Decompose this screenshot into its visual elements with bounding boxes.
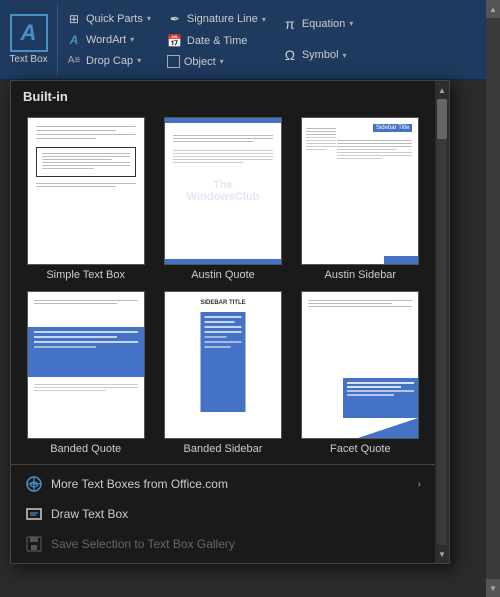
signature-line-button[interactable]: ✒ Signature Line ▾	[163, 9, 270, 29]
textbox-icon: A	[10, 14, 48, 52]
austin-sidebar-label: Austin Sidebar	[325, 269, 397, 281]
more-textboxes-button[interactable]: More Text Boxes from Office.com ›	[11, 469, 435, 499]
banded-quote-thumb	[27, 291, 145, 439]
date-time-button[interactable]: 📅 Date & Time	[163, 31, 270, 51]
gallery-item-facet-quote[interactable]: Facet Quote	[294, 288, 427, 458]
simple-text-box-thumb	[27, 117, 145, 265]
wordart-button[interactable]: A WordArt ▾	[62, 30, 155, 50]
save-selection-icon	[25, 535, 43, 553]
save-selection-label: Save Selection to Text Box Gallery	[51, 537, 235, 551]
gallery-item-austin-quote[interactable]: TheWindowsClub Austin Quote	[156, 114, 289, 284]
draw-textbox-icon	[25, 505, 43, 523]
draw-textbox-label: Draw Text Box	[51, 507, 128, 521]
object-icon	[167, 55, 180, 68]
textbox-label: Text Box	[9, 54, 47, 65]
gallery-item-banded-quote[interactable]: Banded Quote	[19, 288, 152, 458]
symbol-button[interactable]: Ω Symbol ▾	[278, 45, 357, 65]
wordart-icon: A	[66, 32, 82, 48]
quick-parts-button[interactable]: ⊞ Quick Parts ▾	[62, 9, 155, 29]
gallery-item-banded-sidebar[interactable]: SIDEBAR TITLE Banded Sidebar	[156, 288, 289, 458]
quick-parts-icon: ⊞	[66, 11, 82, 27]
wordart-dropdown-arrow: ▾	[130, 35, 134, 44]
banded-sidebar-thumb: SIDEBAR TITLE	[164, 291, 282, 439]
scrollbar-track	[437, 99, 447, 545]
more-textboxes-arrow: ›	[418, 479, 421, 490]
gallery-grid: Simple Text Box	[11, 108, 435, 464]
draw-textbox-button[interactable]: Draw Text Box	[11, 499, 435, 529]
object-button[interactable]: Object ▾	[163, 53, 270, 70]
banded-quote-label: Banded Quote	[50, 443, 121, 455]
austin-sidebar-thumb: Sidebar Title	[301, 117, 419, 265]
drop-cap-icon: A≡	[66, 53, 82, 69]
drop-cap-button[interactable]: A≡ Drop Cap ▾	[62, 51, 155, 71]
panel-footer: More Text Boxes from Office.com › Draw T…	[11, 464, 435, 563]
quick-parts-dropdown-arrow: ▾	[147, 14, 151, 23]
austin-quote-thumb: TheWindowsClub	[164, 117, 282, 265]
banded-sidebar-label: Banded Sidebar	[184, 443, 263, 455]
signature-icon: ✒	[167, 11, 183, 27]
text-box-gallery-dropdown: Built-in	[10, 80, 450, 564]
date-time-icon: 📅	[167, 33, 183, 49]
facet-quote-thumb	[301, 291, 419, 439]
window-scrollbar: ▲ ▼	[486, 0, 500, 597]
more-textboxes-label: More Text Boxes from Office.com	[51, 477, 228, 491]
equation-button[interactable]: π Equation ▾	[278, 14, 357, 34]
ribbon-col-1: ⊞ Quick Parts ▾ A WordArt ▾ A≡ Drop Cap …	[58, 4, 159, 75]
window-scroll-up[interactable]: ▲	[486, 0, 500, 18]
symbol-dropdown-arrow: ▾	[343, 51, 347, 60]
scrollbar-thumb[interactable]	[437, 99, 447, 139]
panel-scroll-area: Built-in	[11, 81, 435, 563]
save-selection-button: Save Selection to Text Box Gallery	[11, 529, 435, 559]
ribbon-toolbar: A Text Box ⊞ Quick Parts ▾ A WordArt ▾ A…	[0, 0, 500, 80]
gallery-item-simple-text-box[interactable]: Simple Text Box	[19, 114, 152, 284]
gallery-item-austin-sidebar[interactable]: Sidebar Title	[294, 114, 427, 284]
facet-quote-label: Facet Quote	[330, 443, 391, 455]
scrollbar-down-arrow[interactable]: ▼	[435, 547, 449, 561]
equation-dropdown-arrow: ▾	[349, 19, 353, 28]
object-dropdown-arrow: ▾	[220, 57, 224, 66]
ribbon-col-2: ✒ Signature Line ▾ 📅 Date & Time Object …	[159, 4, 274, 75]
equation-icon: π	[282, 16, 298, 32]
scrollbar-up-arrow[interactable]: ▲	[435, 83, 449, 97]
drop-cap-dropdown-arrow: ▾	[137, 56, 141, 65]
section-header: Built-in	[11, 81, 435, 108]
ribbon-col-3: π Equation ▾ Ω Symbol ▾	[274, 4, 361, 75]
simple-text-box-label: Simple Text Box	[46, 269, 125, 281]
panel-content: Built-in	[11, 81, 449, 563]
textbox-ribbon-button[interactable]: A Text Box	[0, 4, 58, 75]
symbol-icon: Ω	[282, 47, 298, 63]
panel-scrollbar: ▲ ▼	[435, 81, 449, 563]
austin-quote-label: Austin Quote	[191, 269, 255, 281]
signature-dropdown-arrow: ▾	[262, 15, 266, 24]
window-scroll-down[interactable]: ▼	[486, 579, 500, 597]
more-textboxes-icon	[25, 475, 43, 493]
